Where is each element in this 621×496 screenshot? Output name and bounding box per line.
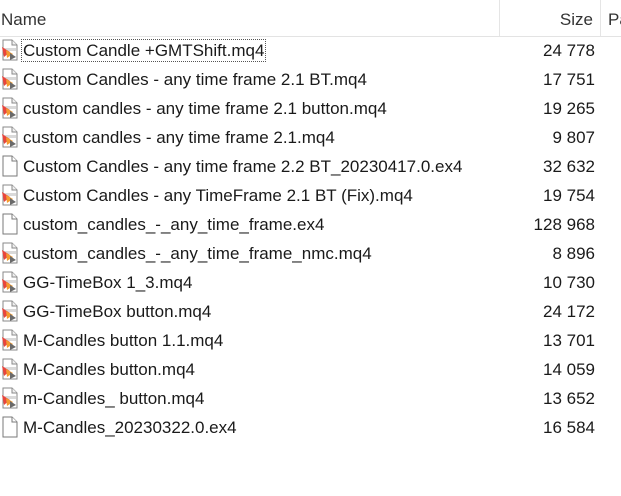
column-header-bar: Name Size Pa <box>0 0 621 37</box>
file-row[interactable]: GG-TimeBox 1_3.mq4 10 730 <box>0 268 621 297</box>
file-name[interactable]: Custom Candles - any TimeFrame 2.1 BT (F… <box>22 185 414 206</box>
file-explorer: Name Size Pa Custom Candle +GMTShift.mq4… <box>0 0 621 496</box>
file-name[interactable]: custom candles - any time frame 2.1 butt… <box>22 98 388 119</box>
file-name[interactable]: M-Candles button 1.1.mq4 <box>22 330 224 351</box>
mq4-file-icon <box>1 271 19 293</box>
mq4-file-icon <box>1 39 19 61</box>
mq4-file-icon <box>1 242 19 264</box>
file-name[interactable]: custom candles - any time frame 2.1.mq4 <box>22 127 336 148</box>
file-size: 13 701 <box>543 331 595 350</box>
file-name[interactable]: m-Candles_ button.mq4 <box>22 388 205 409</box>
mq4-file-icon <box>1 387 19 409</box>
mq4-file-icon <box>1 68 19 90</box>
file-row[interactable]: M-Candles_20230322.0.ex4 16 584 <box>0 413 621 442</box>
file-size: 17 751 <box>543 70 595 89</box>
mq4-file-icon <box>1 184 19 206</box>
column-header-name-label: Name <box>1 10 47 29</box>
file-size: 16 584 <box>543 418 595 437</box>
mq4-file-icon <box>1 358 19 380</box>
file-name[interactable]: custom_candles_-_any_time_frame.ex4 <box>22 214 325 235</box>
file-row[interactable]: m-Candles_ button.mq4 13 652 <box>0 384 621 413</box>
file-size: 24 778 <box>543 41 595 60</box>
file-size: 10 730 <box>543 273 595 292</box>
file-size: 8 896 <box>552 244 595 263</box>
file-name[interactable]: GG-TimeBox 1_3.mq4 <box>22 272 193 293</box>
file-name[interactable]: M-Candles_20230322.0.ex4 <box>22 417 238 438</box>
file-row[interactable]: Custom Candles - any time frame 2.2 BT_2… <box>0 152 621 181</box>
file-size: 13 652 <box>543 389 595 408</box>
file-name[interactable]: Custom Candle +GMTShift.mq4 <box>20 39 267 62</box>
file-size: 19 265 <box>543 99 595 118</box>
file-row[interactable]: Custom Candle +GMTShift.mq4 24 778 <box>0 36 621 65</box>
mq4-file-icon <box>1 300 19 322</box>
blank-file-icon <box>1 155 19 177</box>
file-row[interactable]: custom_candles_-_any_time_frame.ex4 128 9… <box>0 210 621 239</box>
file-size: 9 807 <box>552 128 595 147</box>
file-row[interactable]: M-Candles button.mq4 14 059 <box>0 355 621 384</box>
mq4-file-icon <box>1 126 19 148</box>
file-name[interactable]: custom_candles_-_any_time_frame_nmc.mq4 <box>22 243 373 264</box>
column-header-extra-label: Pa <box>608 10 621 29</box>
file-size: 128 968 <box>533 215 595 234</box>
file-row[interactable]: GG-TimeBox button.mq4 24 172 <box>0 297 621 326</box>
file-row[interactable]: Custom Candles - any TimeFrame 2.1 BT (F… <box>0 181 621 210</box>
column-header-extra[interactable]: Pa <box>601 0 621 36</box>
file-name[interactable]: M-Candles button.mq4 <box>22 359 196 380</box>
file-list: Custom Candle +GMTShift.mq4 24 778 Custom… <box>0 36 621 442</box>
file-row[interactable]: Custom Candles - any time frame 2.1 BT.m… <box>0 65 621 94</box>
blank-file-icon <box>1 213 19 235</box>
file-row[interactable]: custom candles - any time frame 2.1.mq4 9… <box>0 123 621 152</box>
file-size: 32 632 <box>543 157 595 176</box>
file-name[interactable]: Custom Candles - any time frame 2.2 BT_2… <box>22 156 463 177</box>
column-header-size[interactable]: Size <box>500 0 601 36</box>
file-size: 14 059 <box>543 360 595 379</box>
file-row[interactable]: custom_candles_-_any_time_frame_nmc.mq4 8… <box>0 239 621 268</box>
file-size: 24 172 <box>543 302 595 321</box>
column-header-name[interactable]: Name <box>0 0 500 36</box>
file-size: 19 754 <box>543 186 595 205</box>
mq4-file-icon <box>1 97 19 119</box>
column-header-size-label: Size <box>559 10 593 29</box>
file-name[interactable]: Custom Candles - any time frame 2.1 BT.m… <box>22 69 368 90</box>
file-row[interactable]: custom candles - any time frame 2.1 butt… <box>0 94 621 123</box>
file-name[interactable]: GG-TimeBox button.mq4 <box>22 301 212 322</box>
mq4-file-icon <box>1 329 19 351</box>
file-row[interactable]: M-Candles button 1.1.mq4 13 701 <box>0 326 621 355</box>
blank-file-icon <box>1 416 19 438</box>
